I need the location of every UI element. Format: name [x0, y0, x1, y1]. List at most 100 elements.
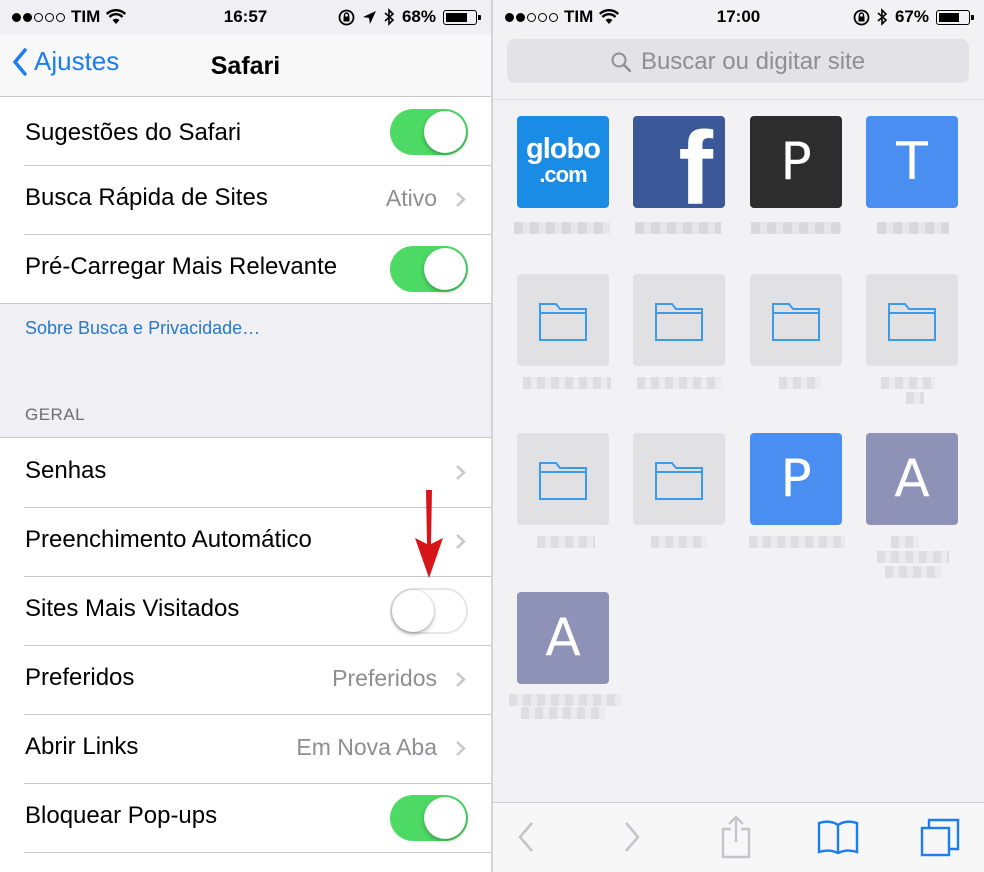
rotation-lock-icon: [338, 9, 355, 25]
block-popups-toggle[interactable]: [390, 795, 468, 841]
blurred-caption: [877, 551, 949, 563]
blurred-caption: [651, 536, 707, 548]
bluetooth-icon: [877, 8, 888, 26]
status-bar: TIM 16:57 68%: [0, 0, 491, 34]
safari-new-tab-panel: TIM 17:00 67% Buscar ou digitar site glo…: [493, 0, 984, 872]
row-preload-top-hit[interactable]: Pré-Carregar Mais Relevante: [0, 234, 491, 303]
safari-settings-panel: TIM 16:57 68% Ajustes Safari Sugestões d…: [0, 0, 491, 872]
folder-icon: [655, 303, 703, 341]
forward-icon[interactable]: [621, 819, 643, 855]
row-label: Bloquear Pop-ups: [25, 802, 218, 829]
row-block-popups[interactable]: Bloquear Pop-ups: [0, 783, 491, 852]
favorite-folder[interactable]: [517, 433, 609, 525]
favorite-a[interactable]: A: [866, 433, 958, 525]
blurred-caption: [635, 222, 721, 234]
share-icon[interactable]: [719, 815, 753, 859]
facebook-logo-icon: f: [678, 116, 713, 208]
bookmarks-icon[interactable]: [817, 819, 859, 855]
blurred-caption: [509, 694, 621, 706]
row-frequently-visited-sites[interactable]: Sites Mais Visitados: [0, 576, 491, 645]
row-label: Busca Rápida de Sites: [25, 184, 268, 211]
preload-top-hit-toggle[interactable]: [390, 246, 468, 292]
navigation-bar: Ajustes Safari: [0, 34, 491, 100]
folder-icon: [539, 462, 587, 500]
blurred-caption: [779, 377, 821, 389]
list-continuation: [0, 852, 491, 872]
tile-letter: P: [780, 449, 812, 509]
battery-icon: [936, 9, 974, 25]
favorite-t[interactable]: T: [866, 116, 958, 208]
location-icon: [362, 10, 376, 24]
row-label: Sugestões do Safari: [25, 119, 242, 146]
section-header-general: GERAL: [25, 405, 86, 424]
blurred-caption: [881, 377, 935, 389]
favorite-folder[interactable]: [633, 433, 725, 525]
globo-logo-subtext: .com: [539, 162, 587, 187]
blurred-caption: [885, 566, 941, 578]
blurred-caption: [749, 536, 845, 548]
tabs-icon[interactable]: [919, 817, 961, 857]
header-separator: [493, 99, 984, 100]
safari-suggestions-toggle[interactable]: [390, 109, 468, 155]
folder-icon: [888, 303, 936, 341]
blurred-caption: [537, 536, 595, 548]
chevron-right-icon: [456, 534, 466, 549]
chevron-right-icon: [456, 672, 466, 687]
blurred-caption: [521, 707, 605, 719]
favorite-folder[interactable]: [517, 274, 609, 366]
search-privacy-link[interactable]: Sobre Busca e Privacidade…: [25, 318, 260, 339]
blurred-caption: [877, 222, 949, 234]
blurred-caption: [891, 536, 919, 548]
frequently-visited-sites-toggle[interactable]: [390, 588, 468, 634]
favorite-p-blue[interactable]: P: [750, 433, 842, 525]
bluetooth-icon: [384, 8, 395, 26]
search-settings-group: Sugestões do Safari Busca Rápida de Site…: [0, 96, 491, 304]
favorite-facebook[interactable]: f: [633, 116, 725, 208]
status-bar: TIM 17:00 67%: [493, 0, 984, 34]
row-open-links[interactable]: Abrir Links Em Nova Aba: [0, 714, 491, 783]
browser-toolbar: [493, 802, 984, 872]
folder-icon: [772, 303, 820, 341]
row-quick-website-search[interactable]: Busca Rápida de Sites Ativo: [0, 165, 491, 234]
battery-icon: [443, 9, 481, 25]
blurred-caption: [514, 222, 610, 234]
search-address-field[interactable]: Buscar ou digitar site: [507, 39, 969, 83]
row-label: Preenchimento Automático: [25, 526, 312, 553]
folder-icon: [539, 303, 587, 341]
row-label: Senhas: [25, 457, 107, 484]
row-value: Ativo: [385, 185, 437, 211]
page-title: Safari: [210, 52, 281, 80]
chevron-right-icon: [456, 192, 466, 207]
favorite-folder[interactable]: [633, 274, 725, 366]
favorite-a-second[interactable]: A: [517, 592, 609, 684]
globo-logo-text: globo: [526, 133, 601, 165]
blurred-caption: [906, 392, 924, 404]
red-arrow-annotation-icon: [415, 490, 443, 578]
favorite-p-dark[interactable]: P: [750, 116, 842, 208]
blurred-caption: [751, 222, 841, 234]
battery-percent: 68%: [401, 7, 436, 26]
row-value: Preferidos: [332, 665, 437, 691]
tile-letter: T: [896, 132, 928, 192]
row-value: Em Nova Aba: [296, 734, 437, 760]
row-label: Preferidos: [25, 664, 135, 691]
rotation-lock-icon: [853, 9, 870, 25]
row-label: Pré-Carregar Mais Relevante: [25, 253, 338, 280]
chevron-right-icon: [456, 741, 466, 756]
favorite-folder[interactable]: [866, 274, 958, 366]
tile-letter: A: [894, 449, 930, 509]
blurred-caption: [637, 377, 721, 389]
tile-letter: A: [545, 608, 581, 668]
row-safari-suggestions[interactable]: Sugestões do Safari: [0, 97, 491, 165]
search-icon: [611, 52, 631, 72]
search-placeholder: Buscar ou digitar site: [640, 48, 866, 75]
tile-letter: P: [780, 132, 812, 192]
folder-icon: [655, 462, 703, 500]
back-icon[interactable]: [515, 819, 537, 855]
row-label: Sites Mais Visitados: [25, 595, 240, 622]
blurred-caption: [523, 377, 611, 389]
favorite-globo[interactable]: globo .com: [517, 116, 609, 208]
row-favorites[interactable]: Preferidos Preferidos: [0, 645, 491, 714]
favorite-folder[interactable]: [750, 274, 842, 366]
battery-percent: 67%: [894, 7, 929, 26]
